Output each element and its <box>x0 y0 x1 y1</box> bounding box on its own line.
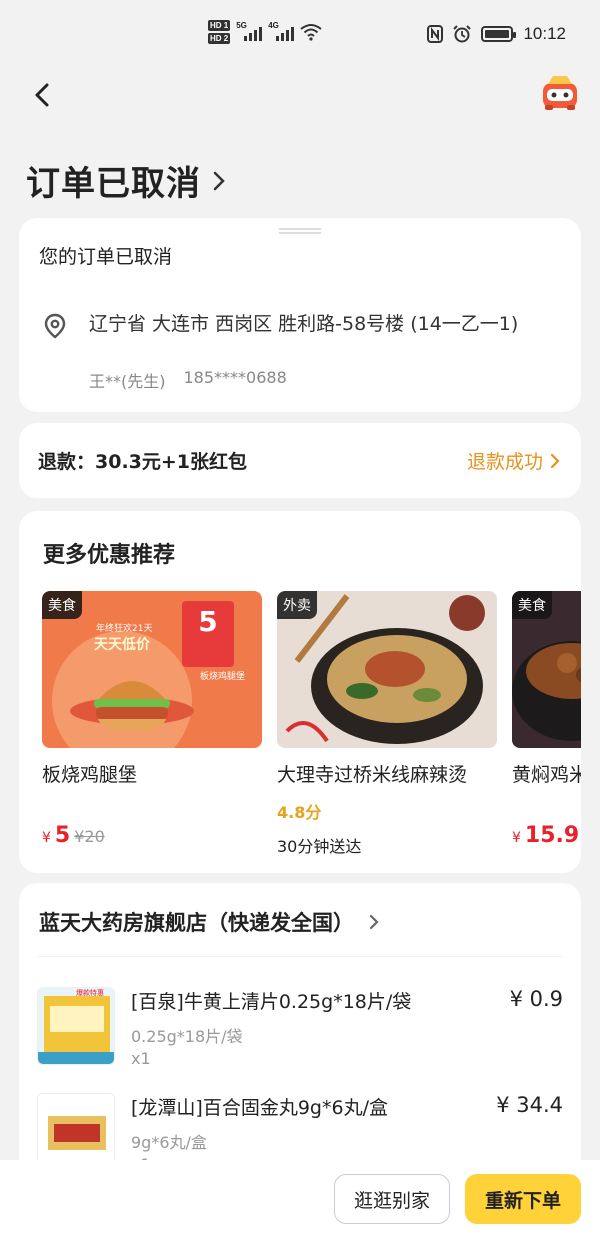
system-status: 10:12 <box>427 24 566 44</box>
product-name: [百泉]牛黄上清片0.25g*18片/袋 <box>131 991 412 1013</box>
noodle-dish-image: 外卖 <box>277 591 497 748</box>
original-price: ¥20 <box>74 827 105 846</box>
refund-amount: 退款：30.3元+1张红包 <box>38 451 248 473</box>
product-price: ¥ 34.4 <box>496 1093 563 1117</box>
recommendation-item[interactable]: 外卖 大理寺过桥米线麻辣烫 4.8分 30分钟送达 <box>277 591 497 857</box>
battery-icon <box>481 26 517 42</box>
page-title-row[interactable]: 订单已取消 <box>26 156 227 205</box>
price-row: ¥ 5 ¥20 <box>42 823 105 848</box>
current-price: 15.9 <box>524 823 580 848</box>
store-link[interactable]: 蓝天大药房旗舰店（快递发全国） <box>39 907 380 937</box>
clock: 10:12 <box>523 24 566 43</box>
back-arrow-icon[interactable] <box>28 80 58 110</box>
refund-status-label: 退款成功 <box>466 451 543 473</box>
recommendations-list: 5 板烧鸡腿堡 年终狂欢21天 天天低价 美食 板烧鸡腿堡 ¥ 5 ¥20 外卖… <box>42 591 581 857</box>
product-quantity: x1 <box>131 1049 151 1068</box>
chevron-right-icon <box>369 914 379 930</box>
page-title: 订单已取消 <box>26 164 201 204</box>
signal-4g-icon: 4G <box>268 21 295 41</box>
network-indicators: HD 1 HD 2 5G 4G <box>208 20 322 44</box>
drag-handle[interactable] <box>279 228 321 234</box>
recommendation-item[interactable]: 美食 黄焖鸡米饭 ¥ 15.9 ¥ <box>512 591 581 857</box>
item-name: 大理寺过桥米线麻辣烫 <box>277 764 468 786</box>
product-name: [龙潭山]百合固金丸9g*6丸/盒 <box>131 1097 388 1119</box>
refund-status-link[interactable]: 退款成功 <box>467 447 561 474</box>
signal-5g-icon: 5G <box>236 21 263 41</box>
cancel-message: 您的订单已取消 <box>39 246 173 268</box>
category-tag: 美食 <box>512 591 552 619</box>
status-bar: HD 1 HD 2 5G 4G 10:12 <box>0 0 600 70</box>
order-item[interactable]: 爆款特惠 [百泉]牛黄上清片0.25g*18片/袋 0.25g*18片/袋 x1… <box>37 987 563 1087</box>
price-row: ¥ 15.9 ¥ <box>512 823 581 848</box>
product-spec: 0.25g*18片/袋 <box>131 1027 243 1046</box>
browse-other-stores-button[interactable]: 逛逛别家 <box>334 1174 450 1224</box>
product-price: ¥ 0.9 <box>509 987 563 1011</box>
product-spec: 9g*6丸/盒 <box>131 1133 207 1152</box>
poster-line1: 年终狂欢21天 <box>96 622 152 634</box>
divider <box>38 956 562 957</box>
category-tag: 外卖 <box>277 591 317 619</box>
recommendations-card: 更多优惠推荐 5 板烧鸡腿堡 年终狂欢21天 天天低价 美食 板烧鸡腿堡 ¥ 5… <box>19 511 581 873</box>
contact-info: 王**(先生) 185****0688 <box>89 368 287 392</box>
wifi-icon <box>300 24 322 41</box>
store-name: 蓝天大药房旗舰店（快递发全国） <box>39 911 354 935</box>
order-status-card: 您的订单已取消 辽宁省 大连市 西岗区 胜利路-58号楼 (14一乙一1) 王*… <box>19 218 581 412</box>
burger-promo-image: 5 板烧鸡腿堡 年终狂欢21天 天天低价 美食 <box>42 591 262 748</box>
poster-subtitle: 板烧鸡腿堡 <box>200 670 245 682</box>
refund-card[interactable]: 退款：30.3元+1张红包 退款成功 <box>19 423 581 498</box>
recipient-phone: 185****0688 <box>183 368 287 387</box>
category-tag: 美食 <box>42 591 82 619</box>
item-name: 板烧鸡腿堡 <box>42 764 138 786</box>
delivery-time: 30分钟送达 <box>277 837 362 856</box>
product-badge: 爆款特惠 <box>76 988 104 997</box>
product-thumbnail: 爆款特惠 <box>37 987 115 1065</box>
svg-text:5: 5 <box>198 605 217 638</box>
location-pin-icon <box>44 313 66 339</box>
poster-line2: 天天低价 <box>94 636 151 653</box>
recipient-name: 王**(先生) <box>89 372 166 391</box>
item-name: 黄焖鸡米饭 <box>512 764 581 786</box>
chevron-right-icon <box>213 171 225 190</box>
rating-score: 4.8分 <box>277 803 322 822</box>
braised-chicken-image: 美食 <box>512 591 581 748</box>
alarm-icon <box>453 25 472 43</box>
reorder-button[interactable]: 重新下单 <box>465 1174 581 1224</box>
hd-badges: HD 1 HD 2 <box>208 20 231 44</box>
delivery-address: 辽宁省 大连市 西岗区 胜利路-58号楼 (14一乙一1) <box>89 313 519 335</box>
recommendation-item[interactable]: 5 板烧鸡腿堡 年终狂欢21天 天天低价 美食 板烧鸡腿堡 ¥ 5 ¥20 <box>42 591 262 857</box>
chevron-right-icon <box>550 453 560 468</box>
hd1-badge: HD 1 <box>208 20 231 31</box>
bottom-action-bar: 逛逛别家 重新下单 <box>0 1160 600 1237</box>
currency-symbol: ¥ <box>42 830 51 846</box>
nfc-icon <box>427 25 444 43</box>
recommendations-title: 更多优惠推荐 <box>43 543 176 568</box>
current-price: 5 <box>54 823 71 848</box>
mascot-icon[interactable] <box>540 72 580 112</box>
hd2-badge: HD 2 <box>208 33 231 44</box>
currency-symbol: ¥ <box>512 830 521 846</box>
